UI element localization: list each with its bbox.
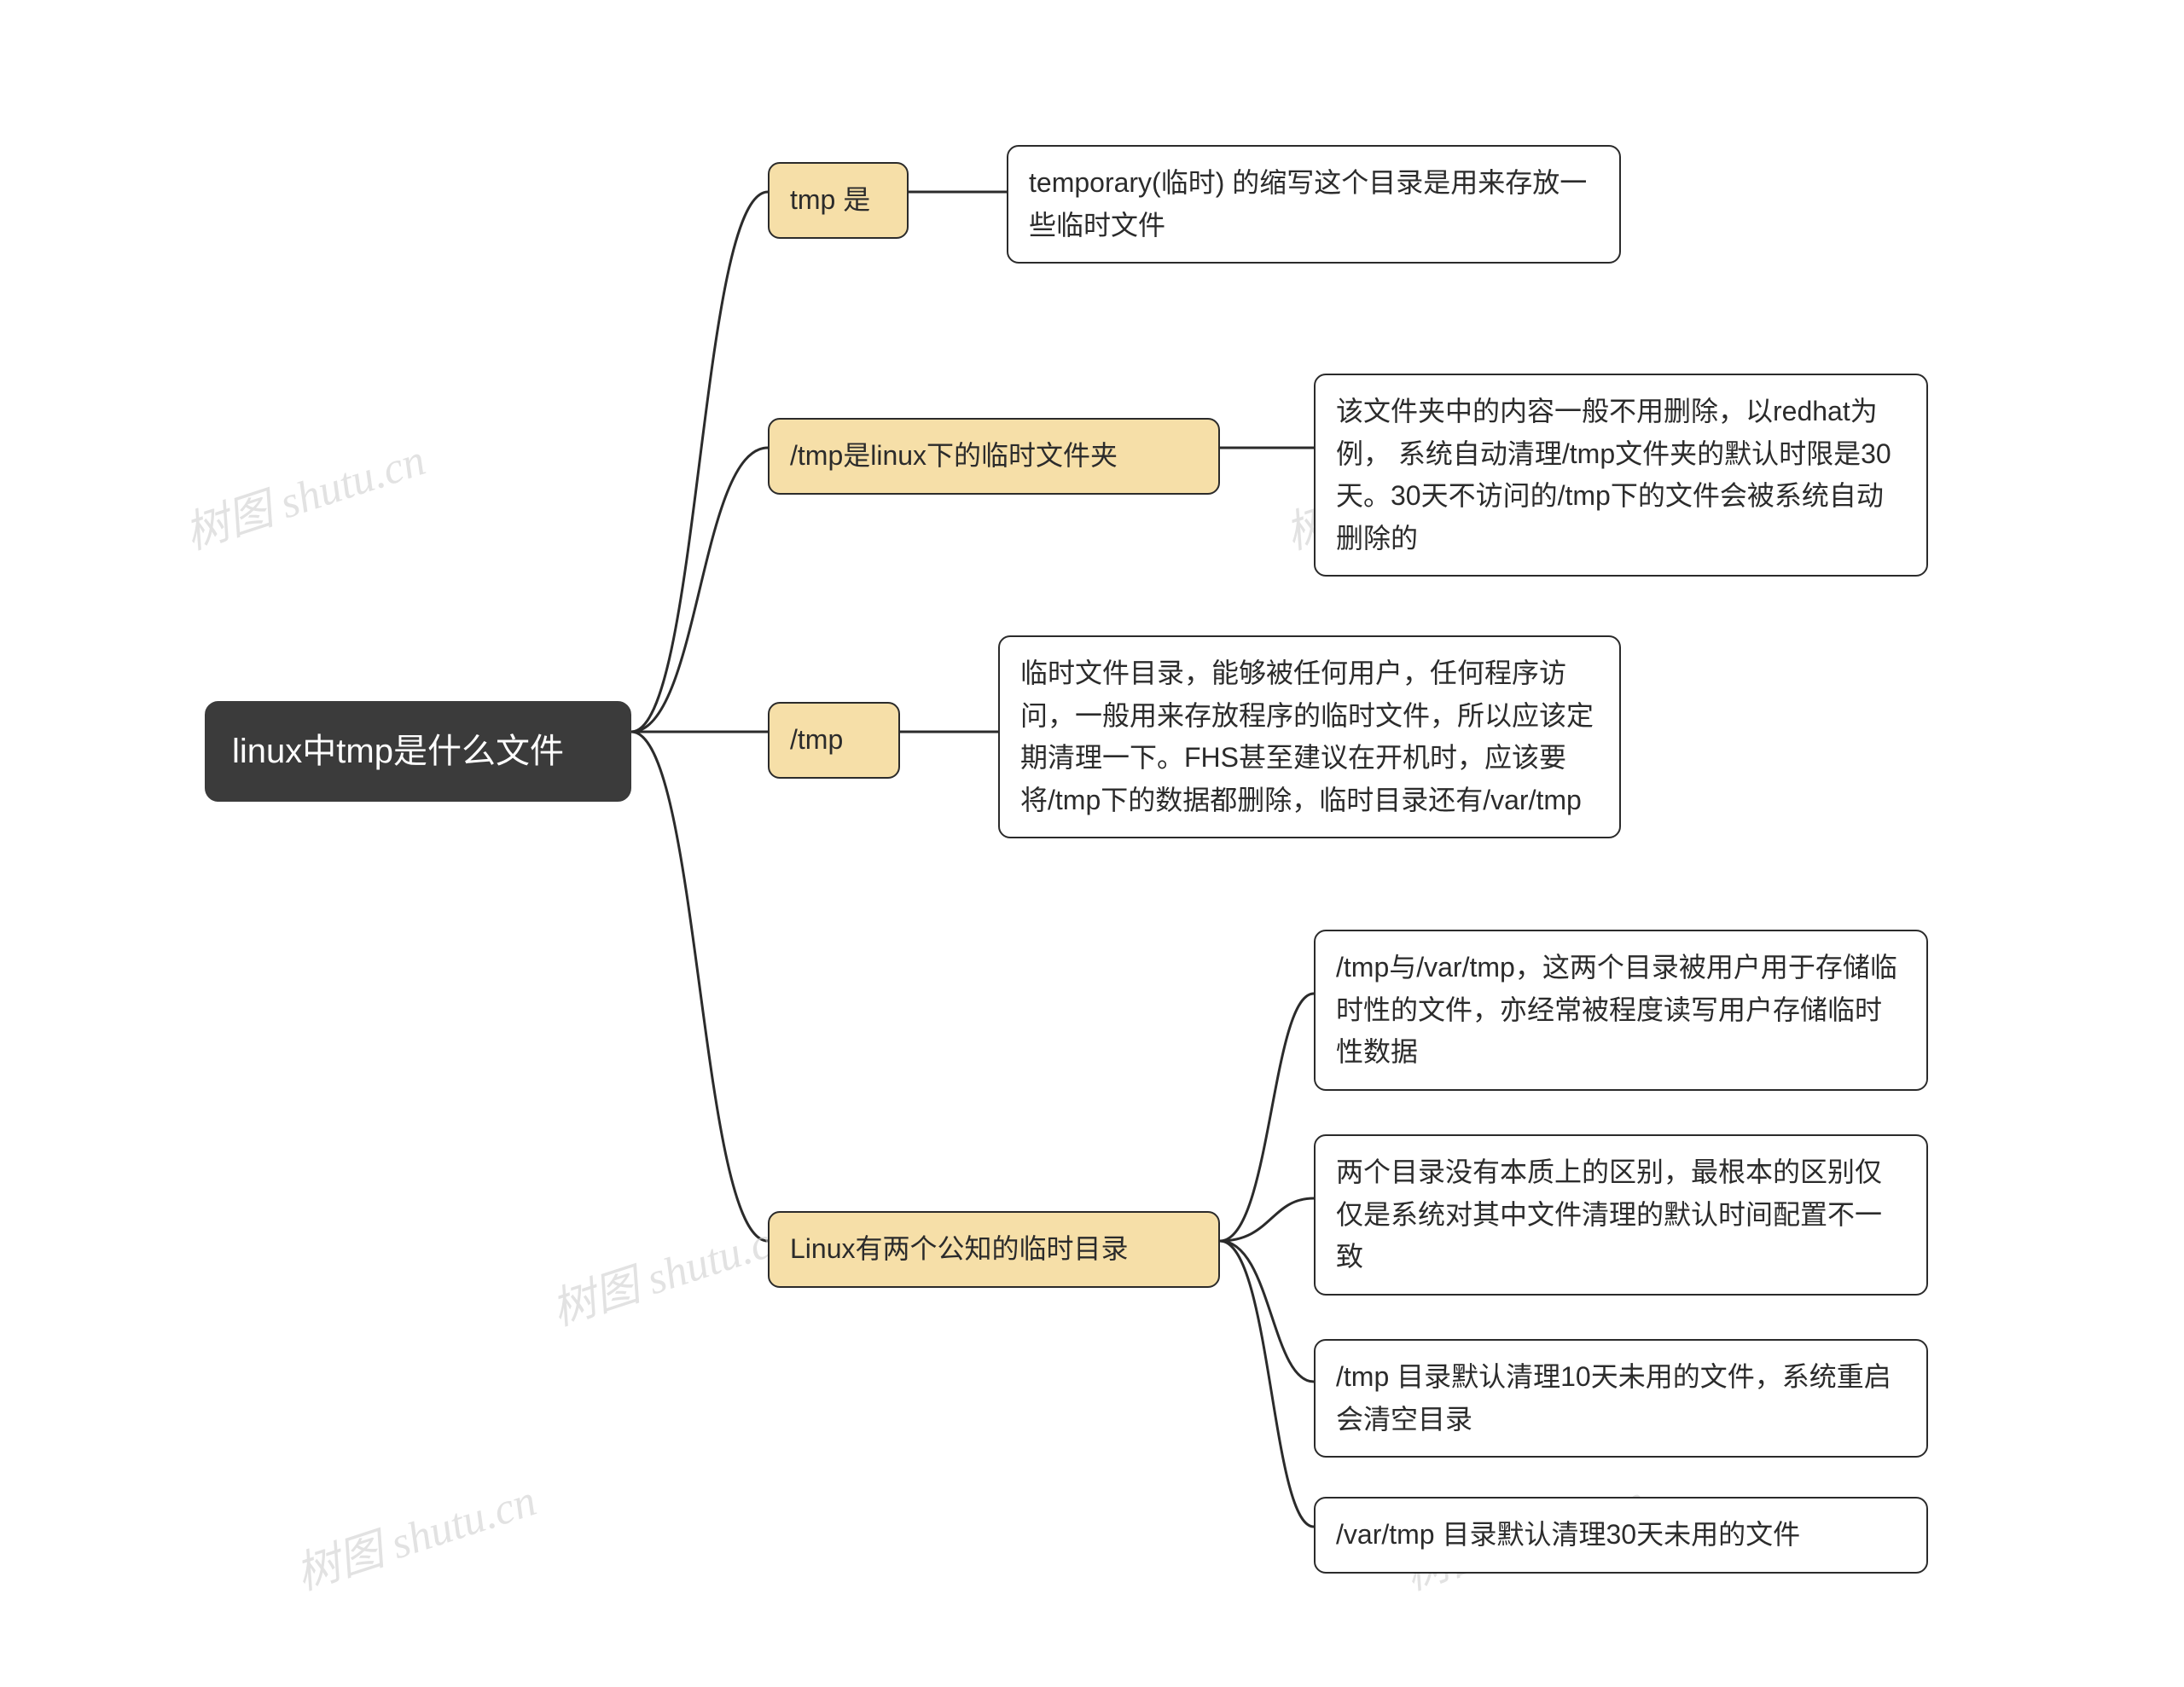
- leaf-node: 两个目录没有本质上的区别，最根本的区别仅仅是系统对其中文件清理的默认时间配置不一…: [1314, 1134, 1928, 1296]
- leaf-node: 该文件夹中的内容一般不用删除，以redhat为例， 系统自动清理/tmp文件夹的…: [1314, 374, 1928, 577]
- leaf-text: /tmp与/var/tmp，这两个目录被用户用于存储临时性的文件，亦经常被程度读…: [1336, 947, 1906, 1074]
- diagram-canvas: 树图 shutu.cn 树图 shutu.cn 树图 shutu.cn 树图 s…: [0, 0, 2184, 1687]
- branch-node-tmp-is: tmp 是: [768, 162, 909, 239]
- branch-label: tmp 是: [790, 179, 870, 222]
- watermark: 树图 shutu.cn: [176, 424, 433, 561]
- root-node: linux中tmp是什么文件: [205, 701, 631, 802]
- branch-label: /tmp是linux下的临时文件夹: [790, 435, 1118, 478]
- watermark: 树图 shutu.cn: [543, 1200, 799, 1337]
- branch-label: Linux有两个公知的临时目录: [790, 1228, 1129, 1271]
- branch-node-two-tmp-dirs: Linux有两个公知的临时目录: [768, 1211, 1220, 1288]
- leaf-node: temporary(临时) 的缩写这个目录是用来存放一些临时文件: [1007, 145, 1621, 264]
- leaf-text: 临时文件目录，能够被任何用户，任何程序访问，一般用来存放程序的临时文件，所以应该…: [1020, 652, 1599, 821]
- leaf-node: /tmp与/var/tmp，这两个目录被用户用于存储临时性的文件，亦经常被程度读…: [1314, 930, 1928, 1091]
- branch-node-tmp: /tmp: [768, 702, 900, 779]
- leaf-node: /var/tmp 目录默认清理30天未用的文件: [1314, 1497, 1928, 1574]
- leaf-node: /tmp 目录默认清理10天未用的文件，系统重启会清空目录: [1314, 1339, 1928, 1458]
- leaf-text: /tmp 目录默认清理10天未用的文件，系统重启会清空目录: [1336, 1356, 1906, 1441]
- root-title: linux中tmp是什么文件: [232, 725, 564, 778]
- leaf-text: /var/tmp 目录默认清理30天未用的文件: [1336, 1514, 1800, 1557]
- leaf-text: 两个目录没有本质上的区别，最根本的区别仅仅是系统对其中文件清理的默认时间配置不一…: [1336, 1151, 1906, 1278]
- leaf-text: 该文件夹中的内容一般不用删除，以redhat为例， 系统自动清理/tmp文件夹的…: [1336, 391, 1906, 559]
- branch-label: /tmp: [790, 719, 843, 762]
- leaf-text: temporary(临时) 的缩写这个目录是用来存放一些临时文件: [1029, 162, 1599, 246]
- branch-node-tmp-folder: /tmp是linux下的临时文件夹: [768, 418, 1220, 495]
- leaf-node: 临时文件目录，能够被任何用户，任何程序访问，一般用来存放程序的临时文件，所以应该…: [998, 635, 1621, 838]
- watermark: 树图 shutu.cn: [287, 1464, 543, 1602]
